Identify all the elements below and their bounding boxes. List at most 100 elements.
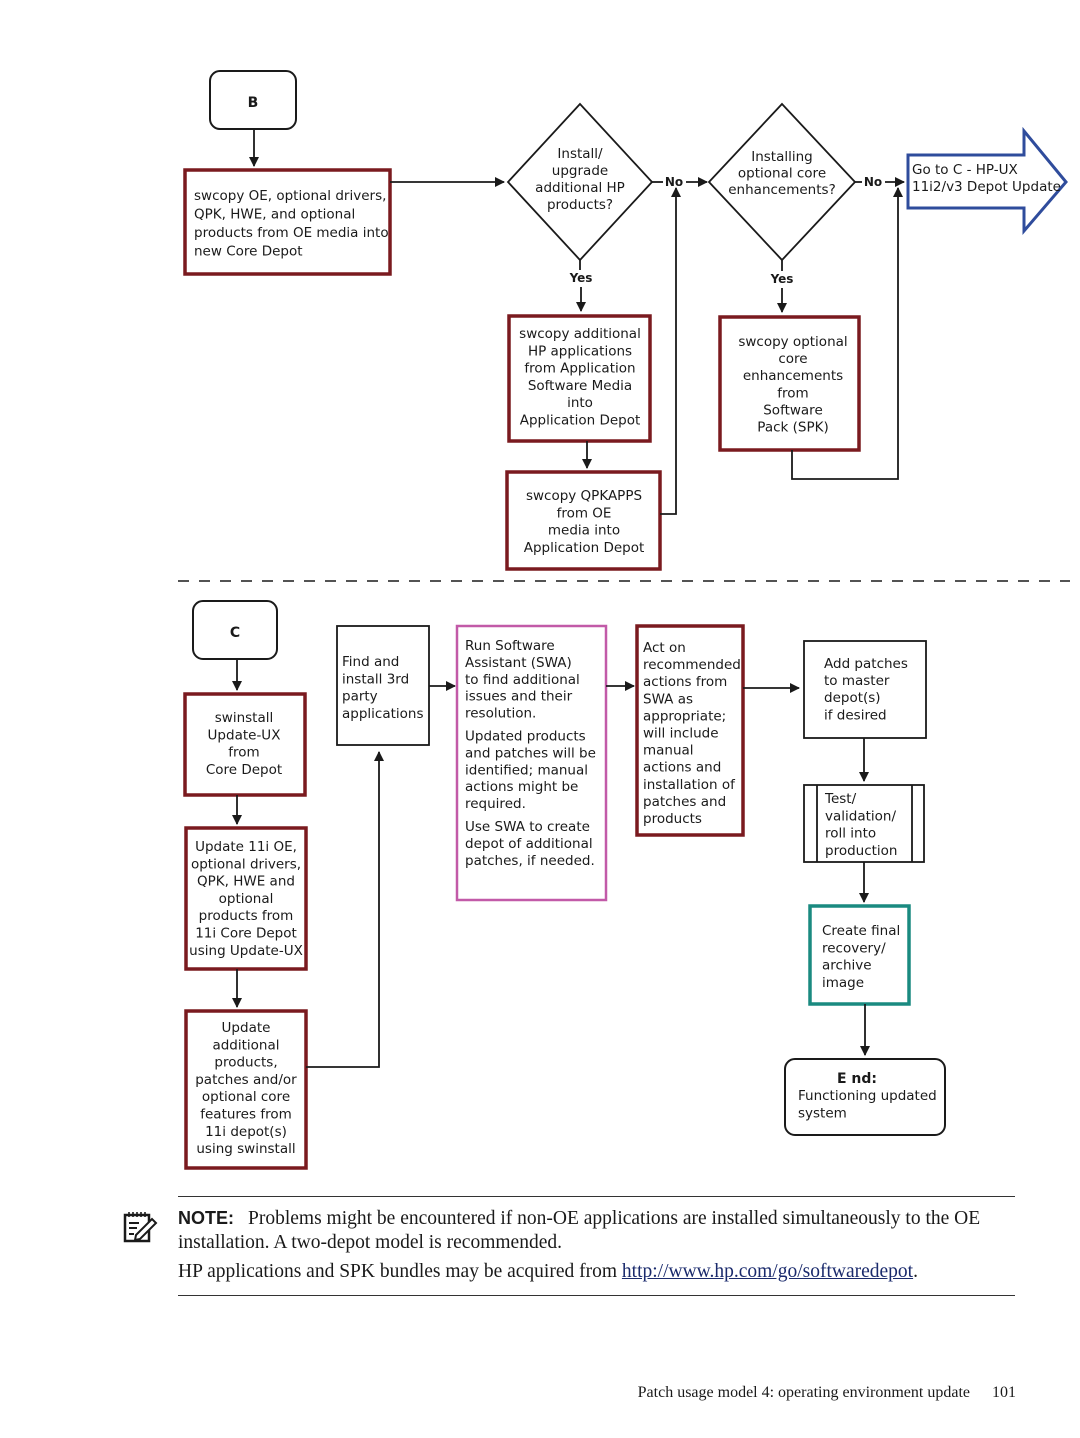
text-line: and patches will be	[465, 745, 596, 761]
text-line: recommended	[643, 657, 741, 673]
text-line: appropriate;	[643, 708, 726, 724]
text-line: resolution.	[465, 706, 536, 722]
text-line: to find additional	[465, 672, 580, 688]
text-line: Core Depot	[206, 762, 282, 778]
text-line: Run Software	[465, 638, 555, 654]
text-line: Application Depot	[520, 413, 641, 429]
text-line: from	[777, 385, 808, 401]
text-line: system	[798, 1105, 847, 1121]
text-line: actions and	[643, 760, 721, 776]
text-line: Pack (SPK)	[757, 420, 828, 436]
text-line: additional HP	[535, 180, 625, 196]
text-line: swcopy QPKAPPS	[526, 488, 642, 504]
text-line: actions from	[643, 674, 727, 690]
text-line: patches, if needed.	[465, 853, 595, 869]
text-line: Create final	[822, 923, 900, 939]
text-line: depot of additional	[465, 836, 593, 852]
text-line: swcopy OE, optional drivers,	[194, 188, 386, 204]
text-line: required.	[465, 796, 526, 812]
text-line: additional	[212, 1037, 279, 1053]
text-line: Update-UX	[208, 727, 281, 743]
text-line: actions might be	[465, 779, 578, 795]
page-footer: Patch usage model 4: operating environme…	[638, 1384, 1016, 1402]
flowchart: B swcopy OE, optional drivers, QPK, HWE, …	[178, 70, 1070, 1170]
text-line: QPK, HWE, and optional	[194, 207, 355, 223]
text-line: products	[643, 811, 702, 827]
text-line: validation/	[825, 808, 896, 824]
text-line: Update	[222, 1020, 271, 1036]
text-line: Installing	[751, 149, 813, 165]
text-line: to master	[824, 673, 890, 689]
text-line: issues and their	[465, 689, 573, 705]
yes-label-2: Yes	[770, 272, 794, 286]
text-line: Find and	[342, 654, 399, 670]
text-line: core	[778, 351, 807, 367]
text-line: optional	[219, 891, 274, 907]
text-line: optional core	[738, 166, 826, 182]
text-line: Application Depot	[524, 540, 645, 556]
text-line: identified; manual	[465, 762, 588, 778]
text-line: into	[567, 395, 593, 411]
text-line: recovery/	[822, 940, 886, 956]
text-line: enhancements	[743, 368, 843, 384]
text-line: upgrade	[552, 163, 608, 179]
text-line: 11i Core Depot	[195, 926, 297, 942]
yes-label-1: Yes	[569, 271, 593, 285]
text-line: from	[228, 745, 259, 761]
note-text: Problems might be encountered if non-OE …	[178, 1208, 981, 1253]
text-line: depot(s)	[824, 690, 881, 706]
text-line: Assistant (SWA)	[465, 655, 572, 671]
no-label-1: No	[665, 175, 683, 189]
swcopy-apps-text-lines: swcopy additional HP applications from App…	[519, 326, 641, 429]
text-line: products?	[547, 197, 613, 213]
note-pencil-icon	[123, 1212, 158, 1243]
note-block: NOTE: Problems might be encountered if no…	[178, 1196, 1015, 1296]
text-line: from Application	[524, 361, 635, 377]
run-swa-text-lines: Run Software Assistant (SWA) to find addit…	[465, 638, 596, 869]
text-line: QPK, HWE and	[197, 874, 295, 890]
text-line: features from	[200, 1107, 291, 1123]
text-line: applications	[342, 706, 424, 722]
text-line: products from OE media into	[194, 225, 389, 241]
end-title: E nd:	[837, 1071, 877, 1087]
text-line: Go to C - HP-UX	[912, 162, 1018, 178]
text-line: patches and/or	[195, 1072, 297, 1088]
note-text-2-suffix: .	[913, 1261, 918, 1282]
text-line: will include	[643, 726, 719, 742]
page-number: 101	[992, 1384, 1016, 1401]
footer-title: Patch usage model 4: operating environme…	[637, 1384, 970, 1401]
connector	[660, 187, 681, 515]
text-line: 11i2/v3 Depot Update	[912, 179, 1061, 195]
text-line: products from	[199, 908, 294, 924]
no-label-2: No	[864, 175, 882, 189]
text-line: party	[342, 689, 378, 705]
swcopy-apps-text: swcopy additional HP applications from App…	[519, 326, 641, 429]
text-line: optional core	[202, 1089, 290, 1105]
start-c-label: C	[230, 625, 240, 641]
text-line: swinstall	[215, 710, 273, 726]
text-line: new Core Depot	[194, 244, 303, 260]
text-line: 11i depot(s)	[205, 1124, 287, 1140]
text-line: Test/	[824, 791, 857, 807]
text-line: using swinstall	[196, 1141, 295, 1157]
text-line: enhancements?	[728, 182, 835, 198]
text-line: patches and	[643, 794, 726, 810]
text-line: manual	[643, 743, 694, 759]
text-line: media into	[548, 523, 620, 539]
start-b-label: B	[248, 95, 259, 111]
text-line: products,	[214, 1055, 277, 1071]
text-line: production	[825, 843, 898, 859]
text-line: optional drivers,	[191, 856, 301, 872]
connector	[306, 751, 384, 1068]
note-text-2: HP applications and SPK bundles may be a…	[178, 1261, 622, 1282]
text-line: Add patches	[824, 656, 908, 672]
text-line: Update 11i OE,	[195, 839, 297, 855]
text-line: Software	[763, 402, 823, 418]
text-line: Use SWA to create	[465, 819, 590, 835]
text-line: using Update-UX	[189, 943, 303, 959]
run-swa-text: Run Software Assistant (SWA) to find addit…	[465, 638, 596, 869]
text-line: image	[822, 975, 864, 991]
softwaredepot-link[interactable]: http://www.hp.com/go/softwaredepot	[622, 1261, 913, 1282]
text-line: Software Media	[528, 378, 632, 394]
text-line: HP applications	[528, 343, 632, 359]
